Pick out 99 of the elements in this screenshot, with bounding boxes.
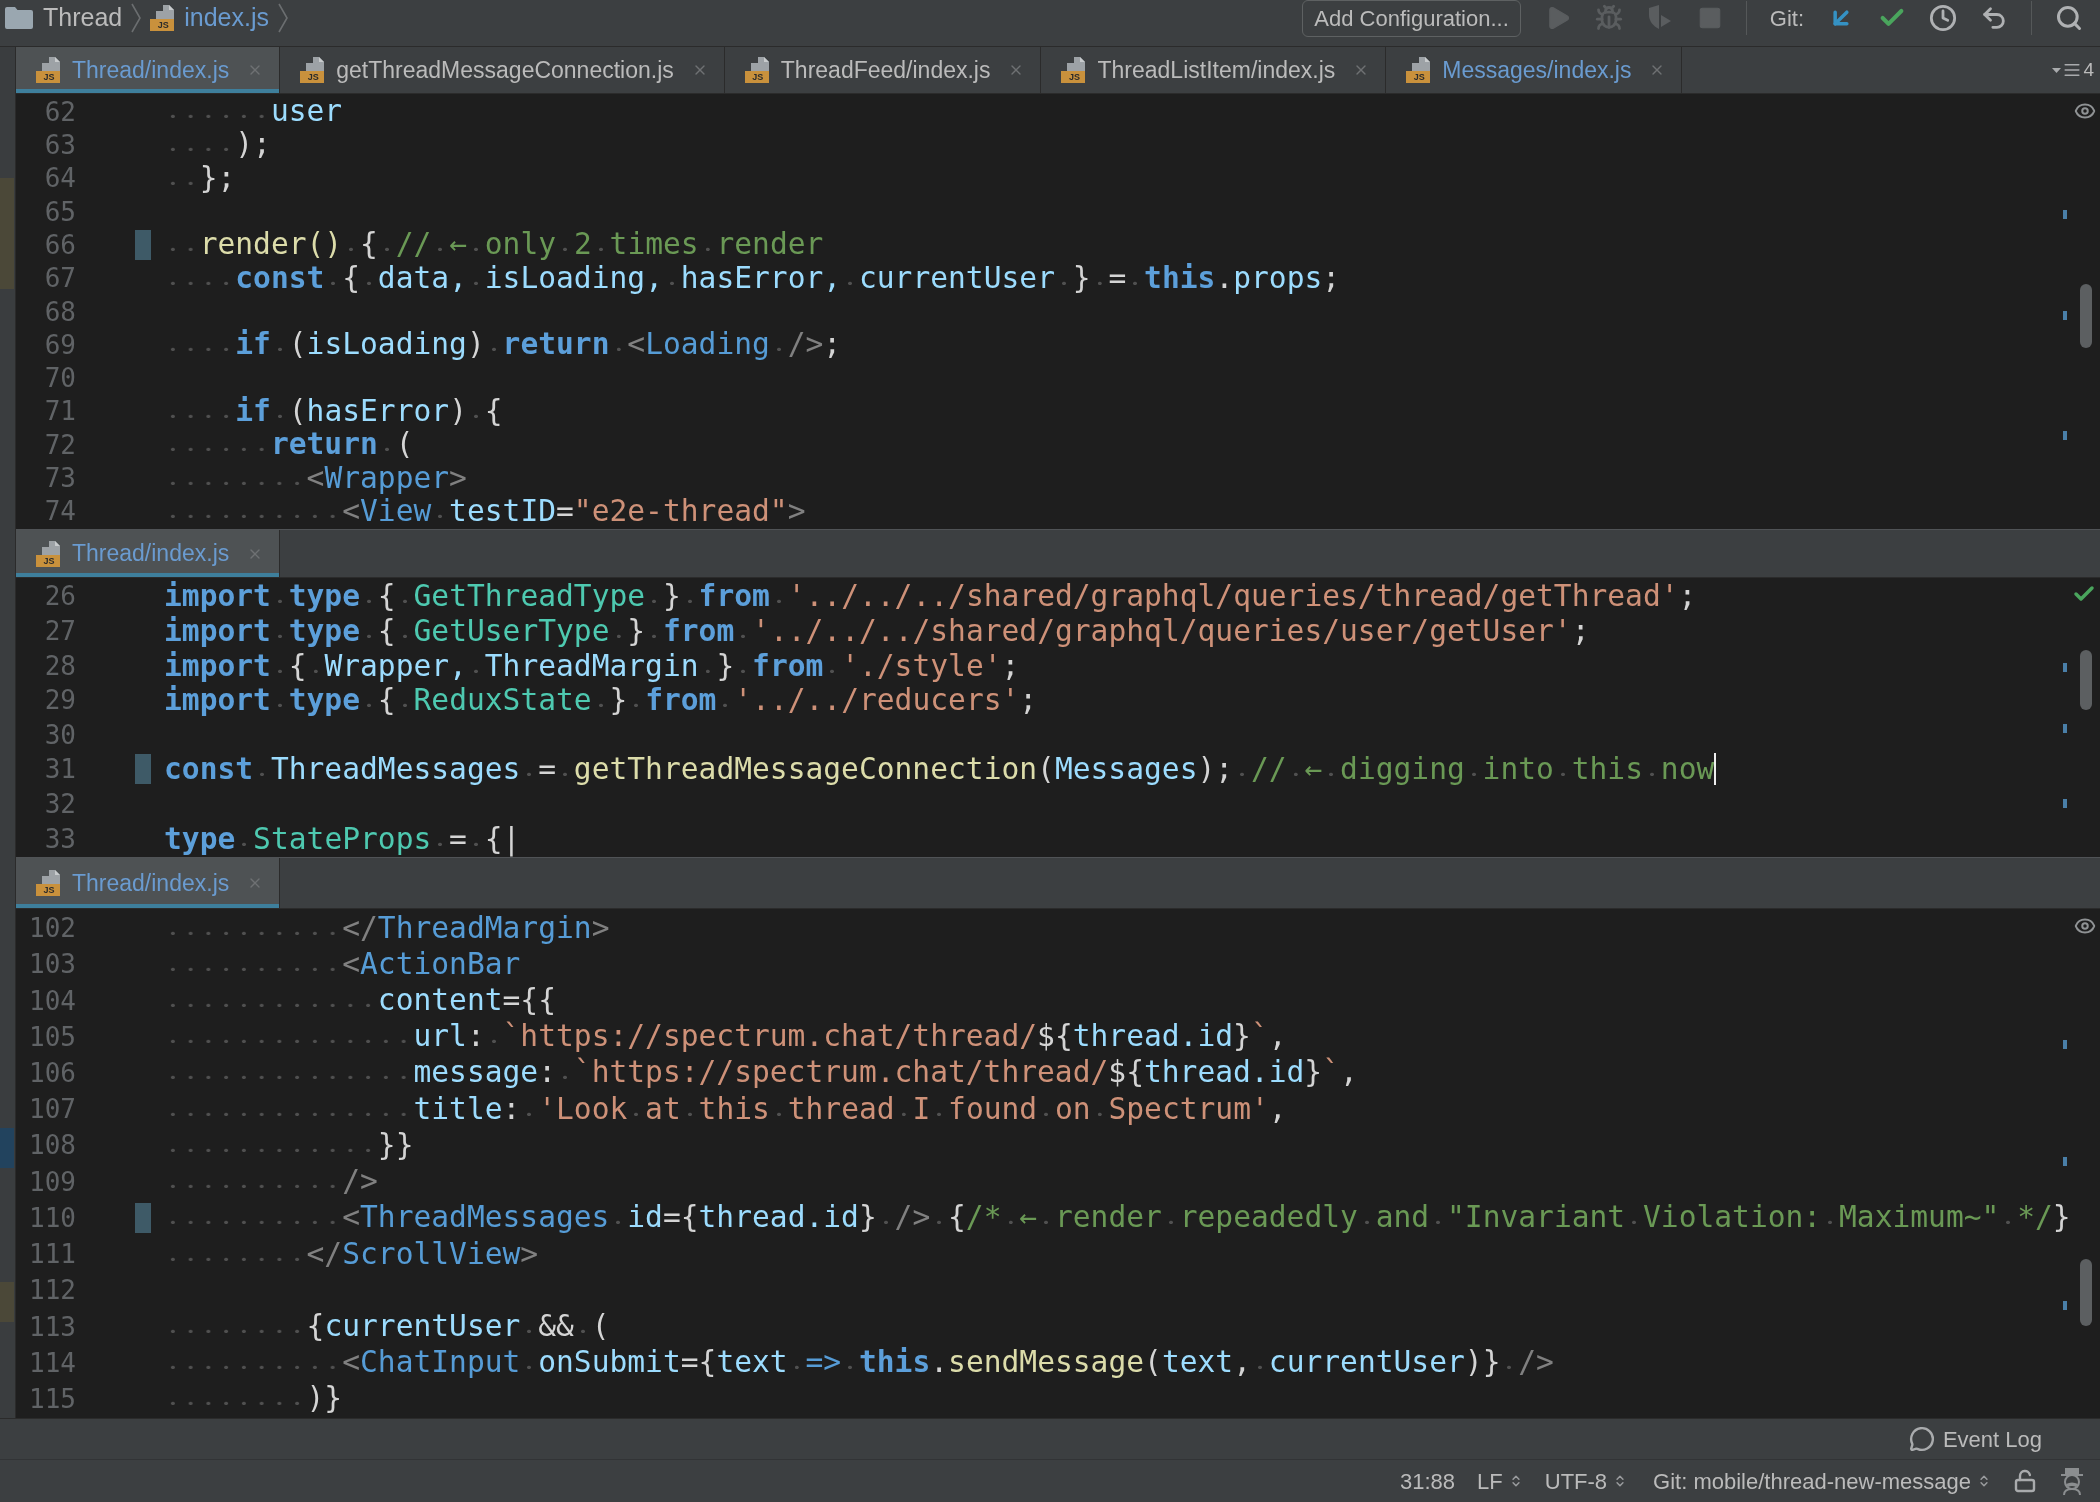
error-stripe-mark[interactable]: [2063, 723, 2067, 733]
line-number: 111: [29, 1239, 76, 1270]
line-number: 73: [44, 463, 76, 494]
git-label: Git:: [1769, 4, 1804, 33]
line-number: 28: [44, 650, 76, 681]
editor-tab[interactable]: JS ThreadListItem/index.js: [1041, 47, 1387, 93]
line-number: 64: [44, 163, 76, 194]
code-line: <ThreadMessages id={thread.id} /> {/* ← render repeadedly and "Invariant Violation: Maximum~" */}: [164, 1200, 2071, 1236]
code-line: message: `https://spectrum.chat/thread/${thread.id}`,: [164, 1055, 1358, 1091]
clock-icon[interactable]: [1929, 4, 1957, 32]
code-line: import { Wrapper, ThreadMargin } from './style';: [164, 648, 1020, 683]
code-line: {currentUser && (: [164, 1309, 610, 1344]
caret-down-icon: [2052, 67, 2062, 73]
code-line: <View testID="e2e-thread">: [164, 494, 806, 528]
chevron-right-icon: [131, 3, 142, 33]
line-number: 67: [44, 263, 76, 294]
line-number: 108: [29, 1130, 76, 1161]
stripe-segment: [0, 1282, 14, 1322]
code-line: if (hasError) {: [164, 394, 503, 428]
error-stripe-mark[interactable]: [2063, 431, 2067, 441]
line-number: 109: [29, 1166, 76, 1197]
code-line: type StateProps = {|: [164, 821, 521, 856]
code-line: </ThreadMargin>: [164, 910, 610, 946]
person-with-hat-icon[interactable]: [2059, 1466, 2085, 1496]
line-number: 113: [29, 1311, 76, 1342]
line-number: 65: [44, 196, 76, 227]
cursor-position[interactable]: 31:88: [1400, 1464, 1456, 1498]
error-stripe-mark[interactable]: [2063, 1300, 2067, 1310]
line-number: 102: [29, 913, 76, 944]
code-line: <Wrapper>: [164, 461, 467, 495]
breadcrumb-item[interactable]: JS index.js: [150, 0, 269, 37]
code-line: <ChatInput onSubmit={text => this.sendMessage(text, currentUser)} />: [164, 1345, 1554, 1381]
editor-tab[interactable]: JS Thread/index.js: [16, 47, 281, 93]
line-number: 62: [44, 96, 76, 127]
line-number: 66: [44, 229, 76, 260]
error-stripe-mark[interactable]: [2063, 798, 2067, 808]
line-number: 103: [29, 949, 76, 980]
line-number: 114: [29, 1347, 76, 1378]
line-number: 27: [44, 615, 76, 646]
lock-open-icon[interactable]: [2013, 1468, 2037, 1494]
stripe-segment: [0, 1128, 14, 1168]
error-stripe-mark[interactable]: [2063, 1039, 2067, 1049]
line-number: 68: [44, 296, 76, 327]
event-log-button[interactable]: Event Log: [1908, 1422, 2042, 1456]
tab-list-button[interactable]: 4: [2052, 55, 2094, 85]
code-line: const { data, isLoading, hasError, currentUser } = this.props;: [164, 261, 1341, 295]
line-number: 115: [29, 1383, 76, 1414]
scrollbar-thumb[interactable]: [2080, 284, 2092, 349]
line-number: 70: [44, 363, 76, 394]
chevron-right-icon: [278, 3, 288, 33]
line-number: 104: [29, 985, 76, 1016]
code-line: import type { GetUserType } from '../../../shared/graphql/queries/user/getUser';: [164, 613, 1590, 648]
code-line: </ScrollView>: [164, 1236, 539, 1272]
line-number: 105: [29, 1021, 76, 1052]
run-configuration-button[interactable]: Add Configuration...: [1302, 0, 1521, 37]
error-stripe-mark[interactable]: [2063, 1156, 2067, 1166]
line-number: 74: [44, 496, 76, 527]
code-line: <ActionBar: [164, 946, 521, 982]
editor-tab[interactable]: JS Messages/index.js: [1386, 47, 1683, 93]
error-stripe-mark[interactable]: [2063, 663, 2067, 673]
editor-tab[interactable]: JS Thread/index.js: [16, 858, 281, 908]
editor-tab[interactable]: JS getThreadMessageConnection.js: [280, 47, 725, 93]
line-number: 26: [44, 581, 76, 612]
line-number: 31: [44, 754, 76, 785]
line-number: 30: [44, 719, 76, 750]
git-branch-selector[interactable]: Git: mobile/thread-new-message: [1653, 1464, 1991, 1498]
line-number: 33: [44, 823, 76, 854]
line-number: 32: [44, 789, 76, 820]
error-stripe-mark[interactable]: [2063, 210, 2067, 220]
line-number: 69: [44, 329, 76, 360]
line-separator-selector[interactable]: LF: [1477, 1464, 1523, 1498]
undo-icon[interactable]: [1980, 4, 2008, 32]
code-line: return (: [164, 428, 414, 462]
list-icon: [2063, 61, 2082, 79]
line-number: 72: [44, 429, 76, 460]
editor-tab[interactable]: JS Thread/index.js: [16, 530, 281, 577]
code-line: title: 'Look at this thread I found on Spectrum',: [164, 1091, 1287, 1127]
line-number: 29: [44, 685, 76, 716]
speech-bubble-icon: [1908, 1426, 1935, 1452]
encoding-selector[interactable]: UTF-8: [1544, 1464, 1628, 1498]
scrollbar-thumb[interactable]: [2080, 649, 2092, 710]
search-icon[interactable]: [2055, 4, 2083, 32]
folder-icon: [5, 7, 33, 29]
line-number: 63: [44, 129, 76, 160]
line-number: 107: [29, 1094, 76, 1125]
line-number: 71: [44, 396, 76, 427]
scrollbar-thumb[interactable]: [2080, 1259, 2092, 1327]
breadcrumb-item[interactable]: Thread: [5, 0, 123, 37]
error-stripe-mark[interactable]: [2063, 311, 2067, 321]
code-line: import type { ReduxState } from '../../reducers';: [164, 683, 1038, 718]
code-line: import type { GetThreadType } from '../../../shared/graphql/queries/thread/getThread';: [164, 579, 1697, 614]
code-line: const ThreadMessages = getThreadMessageConnection(Messages); // ← digging into this now: [164, 752, 1715, 787]
code-line: if (isLoading) return <Loading />;: [164, 328, 842, 362]
line-number: 110: [29, 1202, 76, 1233]
code-line: render() { // ← only 2 times render: [164, 228, 824, 262]
line-number: 112: [29, 1275, 76, 1306]
code-line: url: `https://spectrum.chat/thread/${thread.id}`,: [164, 1019, 1287, 1055]
line-number: 106: [29, 1058, 76, 1088]
editor-tab[interactable]: JS ThreadFeed/index.js: [724, 47, 1042, 93]
